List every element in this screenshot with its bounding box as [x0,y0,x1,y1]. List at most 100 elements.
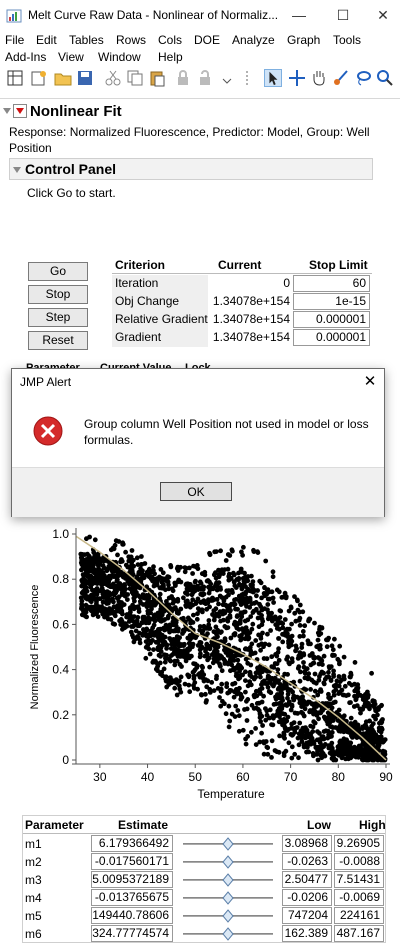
high-field[interactable]: 487.167 [334,925,384,942]
slider-thumb-icon[interactable] [222,837,234,851]
estimate-field[interactable]: 149440.78606 [91,907,173,924]
slider-thumb-icon[interactable] [222,909,234,923]
chart-canvas: 30 40 50 60 70 80 90 0 0.2 0.4 0.6 0.8 1.0 Temperatu… [29,527,393,801]
low-field[interactable]: 747204 [282,907,332,924]
parameter-name: m2 [25,855,42,869]
menu-window[interactable]: Window [98,50,141,64]
low-field[interactable]: 162.389 [282,925,332,942]
click-go-text: Click Go to start. [27,186,116,200]
menu-edit[interactable]: Edit [36,33,57,47]
cut-icon[interactable] [104,69,122,87]
close-button[interactable]: ✕ [368,4,398,26]
menu-help[interactable]: Help [158,50,183,64]
high-field[interactable]: 7.51431 [334,871,384,888]
slider-thumb-icon[interactable] [222,873,234,887]
low-field[interactable]: -0.0263 [282,853,332,870]
menu-cols[interactable]: Cols [158,33,182,47]
high-field[interactable]: 9.26905 [334,835,384,852]
new-table-icon[interactable] [6,69,24,87]
ok-button[interactable]: OK [160,482,232,501]
dialog-close-button[interactable]: ✕ [360,372,380,390]
low-field[interactable]: 3.08968 [282,835,332,852]
crosshair-icon[interactable] [288,69,306,87]
menu-bar: File Edit Tables Rows Cols DOE Analyze G… [0,31,400,67]
x-tick-label: 80 [332,770,346,784]
menu-graph[interactable]: Graph [287,33,320,47]
criterion-name: Iteration [115,276,159,290]
dropdown-chevron-icon[interactable] [218,69,236,87]
stop-limit-field[interactable]: 60 [293,275,370,292]
hand-icon[interactable] [310,69,328,87]
folder-icon[interactable] [54,69,72,87]
menu-rows[interactable]: Rows [116,33,146,47]
lock-icon[interactable] [174,69,192,87]
estimate-field[interactable]: -0.017560171 [91,853,173,870]
open-icon[interactable] [30,69,48,87]
slider-thumb-icon[interactable] [222,855,234,869]
menu-file[interactable]: File [5,33,24,47]
unlock-icon[interactable] [196,69,214,87]
menu-tools[interactable]: Tools [333,33,361,47]
parameter-row: m1 6.179366492 3.08968 9.26905 [23,835,385,853]
slider-thumb-icon[interactable] [222,927,234,941]
dialog-title: JMP Alert [20,375,72,389]
arrow-select-icon[interactable] [264,69,282,87]
high-field[interactable]: -0.0088 [334,853,384,870]
copy-icon[interactable] [126,69,144,87]
menu-analyze[interactable]: Analyze [232,33,275,47]
save-icon[interactable] [76,69,94,87]
estimate-field[interactable]: 324.77774574 [91,925,173,942]
stop-limit-field[interactable]: 0.000001 [293,329,370,346]
low-header: Low [307,818,331,832]
menu-tables[interactable]: Tables [69,33,104,47]
menu-view[interactable]: View [58,50,84,64]
menu-doe[interactable]: DOE [194,33,220,47]
lasso-icon[interactable] [354,69,372,87]
low-field[interactable]: 2.50477 [282,871,332,888]
maximize-button[interactable]: ☐ [328,4,358,26]
dialog-message-cont: formulas. [84,433,134,447]
step-button[interactable]: Step [28,308,88,327]
criterion-current: 0 [283,276,290,290]
x-tick-label: 30 [93,770,107,784]
stop-button[interactable]: Stop [28,285,88,304]
menu-add-ins[interactable]: Add-Ins [5,50,46,64]
go-button[interactable]: Go [28,262,88,281]
parameter-row: m2 -0.017560171 -0.0263 -0.0088 [23,853,385,871]
parameter-name: m1 [25,837,42,851]
y-tick-label: 0 [62,753,69,767]
stop-limit-header: Stop Limit [309,258,368,272]
paste-icon[interactable] [148,69,166,87]
criterion-current: 1.34078e+154 [212,312,290,326]
window-title: Melt Curve Raw Data - Nonlinear of Norma… [28,8,279,22]
y-tick-label: 0.6 [52,617,69,631]
divider [0,98,400,99]
parameter-row: m4 -0.013765675 -0.0206 -0.0069 [23,889,385,907]
estimate-field[interactable]: 6.179366492 [91,835,173,852]
brush-icon[interactable] [332,69,350,87]
minimize-button[interactable]: — [284,4,314,26]
stop-limit-field[interactable]: 1e-15 [293,293,370,310]
estimate-field[interactable]: 5.0095372189 [91,871,173,888]
parameters-table: Parameter Estimate Low High m1 6.1793664… [22,815,386,943]
red-triangle-menu-icon[interactable] [13,104,27,118]
disclosure-triangle-icon[interactable] [12,165,22,175]
toolbar-grip-icon [246,71,248,85]
reset-button[interactable]: Reset [28,331,88,350]
disclosure-triangle-icon[interactable] [2,106,12,116]
x-tick-label: 40 [141,770,155,784]
high-field[interactable]: 224161 [334,907,384,924]
y-tick-label: 0.2 [52,708,69,722]
x-tick-label: 50 [189,770,203,784]
slider-thumb-icon[interactable] [222,891,234,905]
low-field[interactable]: -0.0206 [282,889,332,906]
criterion-name: Gradient [115,330,162,344]
parameter-row: m3 5.0095372189 2.50477 7.51431 [23,871,385,889]
stop-limit-field[interactable]: 0.000001 [293,311,370,328]
magnifier-icon[interactable] [376,69,394,87]
control-panel-header[interactable]: Control Panel [9,158,373,180]
estimate-field[interactable]: -0.013765675 [91,889,173,906]
parameter-row: m6 324.77774574 162.389 487.167 [23,925,385,943]
jmp-alert-dialog: JMP Alert ✕ Group column Well Position n… [11,368,385,517]
high-field[interactable]: -0.0069 [334,889,384,906]
